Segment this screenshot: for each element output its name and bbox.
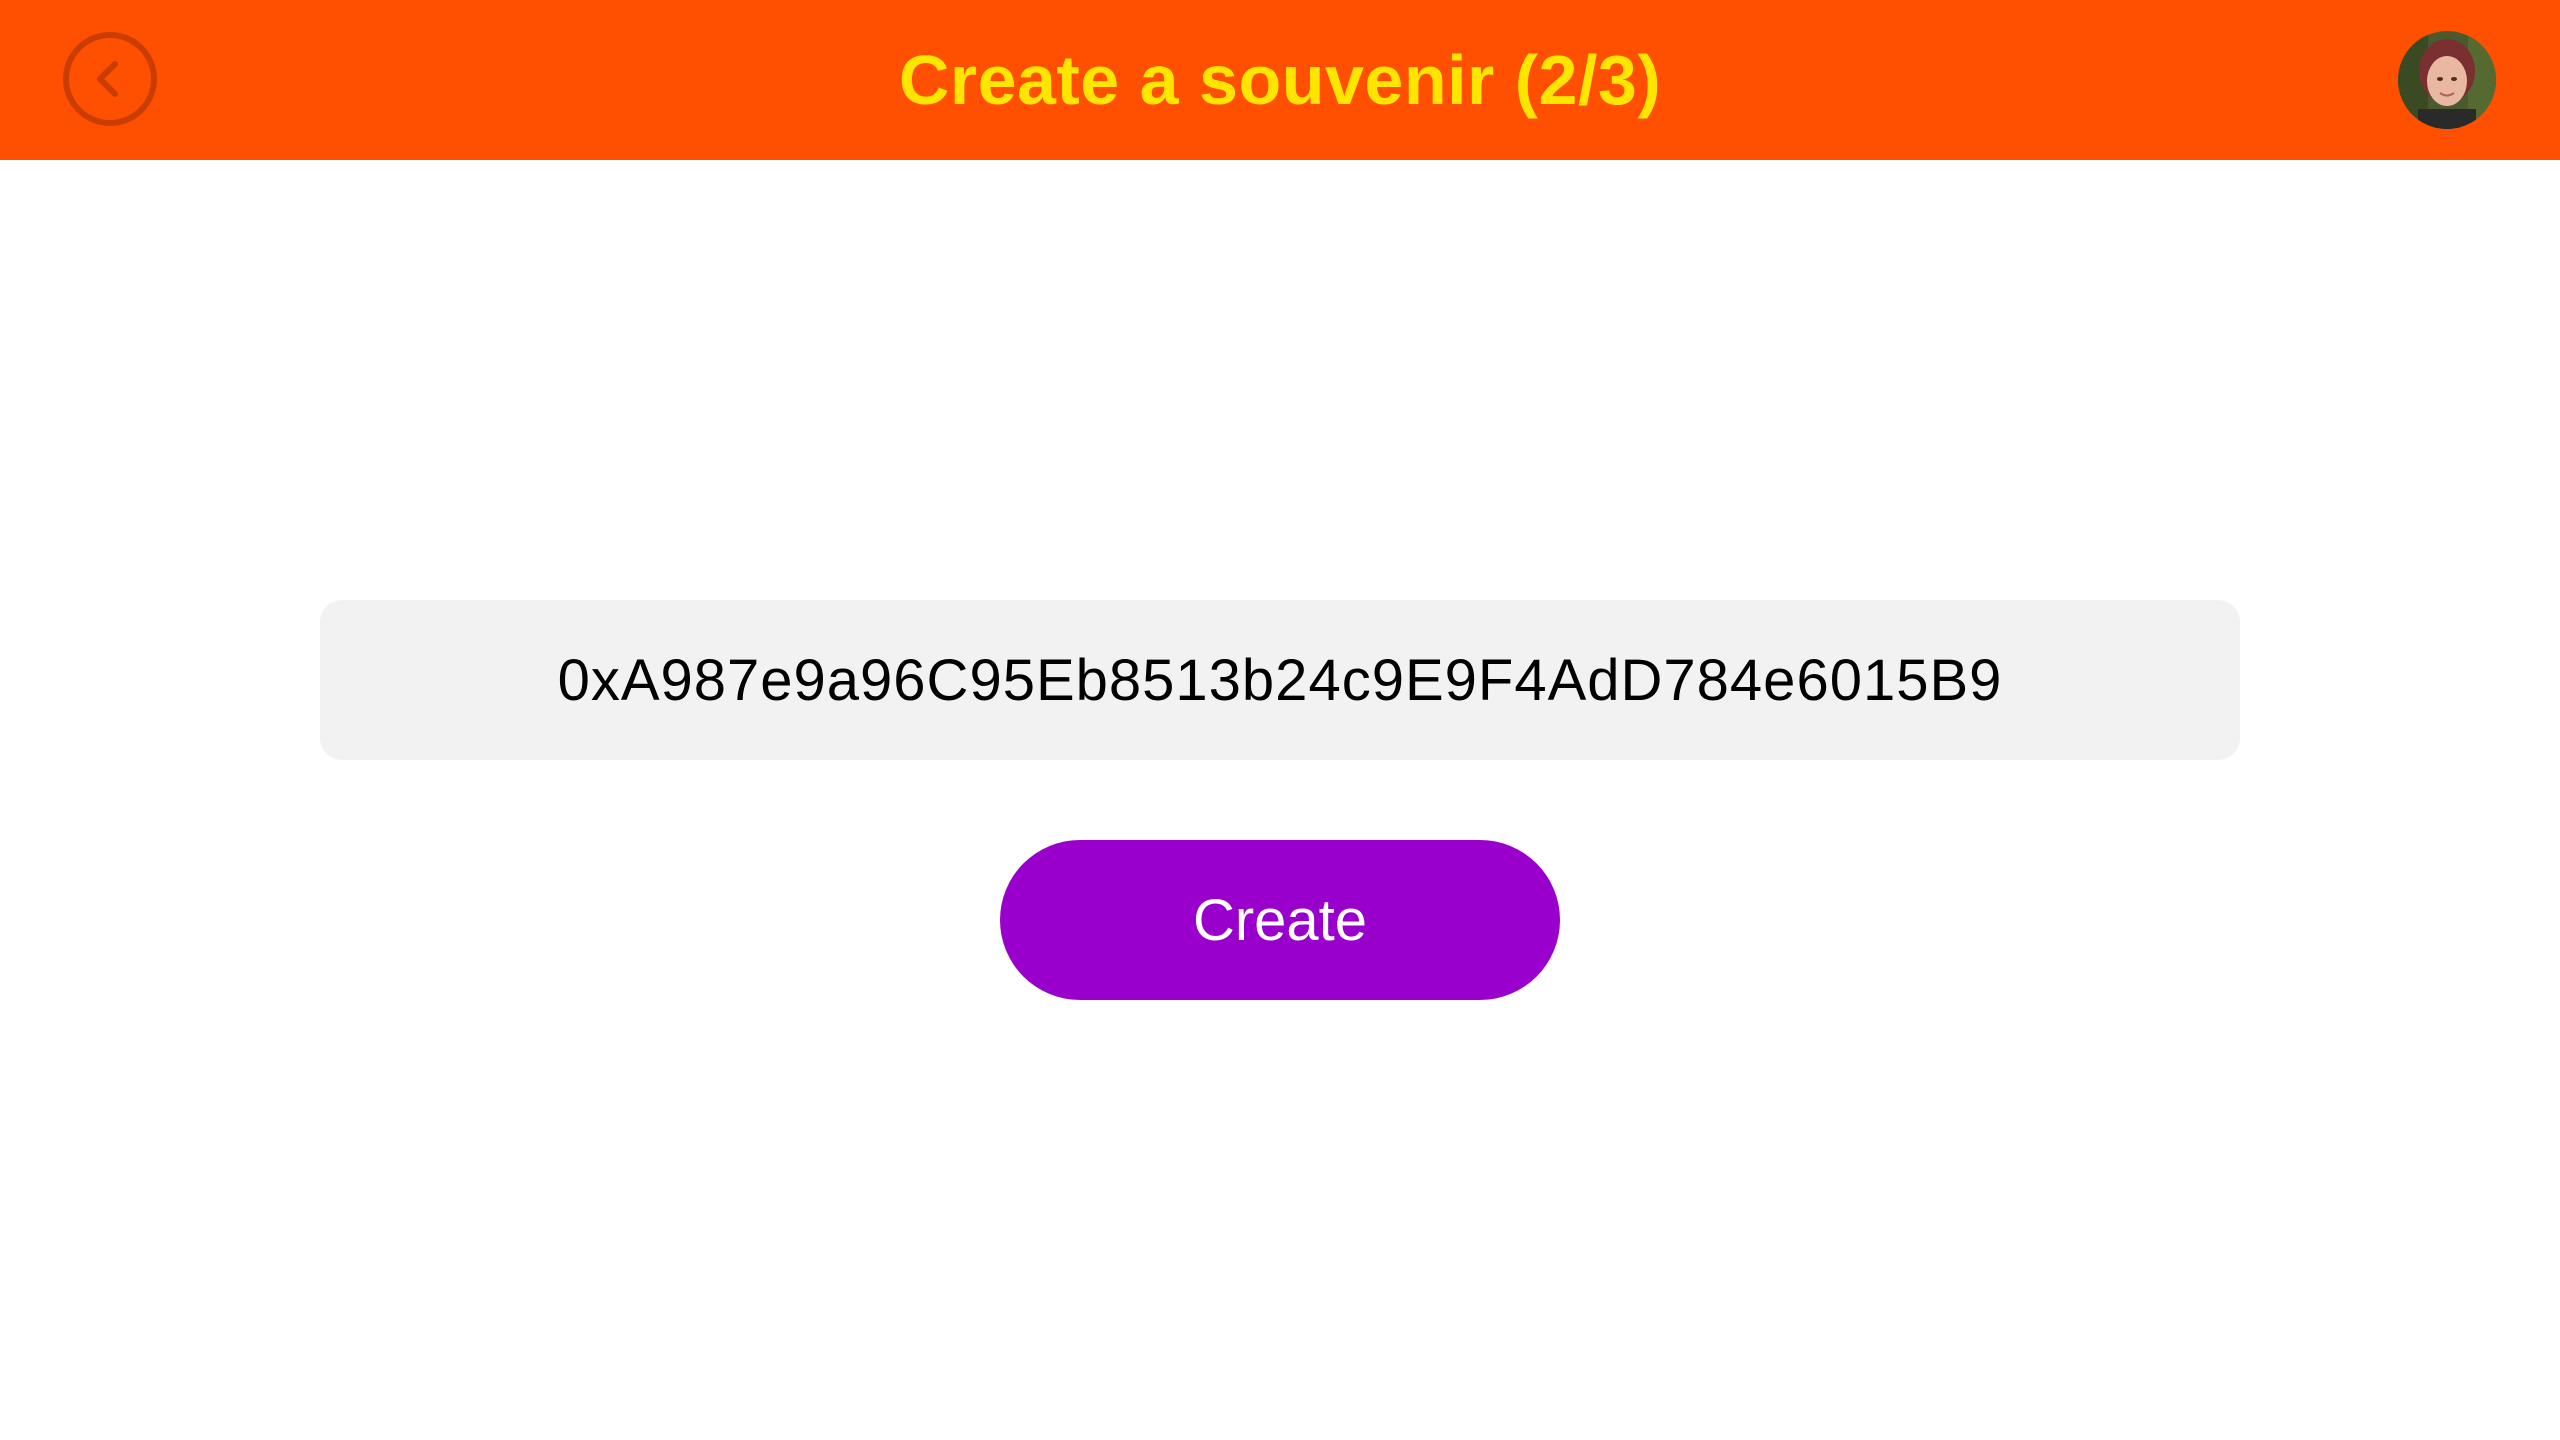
address-field: 0xA987e9a96C95Eb8513b24c9E9F4AdD784e6015… bbox=[320, 600, 2240, 760]
create-button[interactable]: Create bbox=[1000, 840, 1560, 1000]
header-bar: Create a souvenir (2/3) bbox=[0, 0, 2560, 160]
back-button[interactable] bbox=[63, 32, 157, 126]
chevron-left-icon bbox=[97, 61, 118, 97]
page-title: Create a souvenir (2/3) bbox=[898, 41, 1662, 119]
avatar[interactable] bbox=[2398, 31, 2496, 129]
wallet-address: 0xA987e9a96C95Eb8513b24c9E9F4AdD784e6015… bbox=[557, 647, 2003, 713]
